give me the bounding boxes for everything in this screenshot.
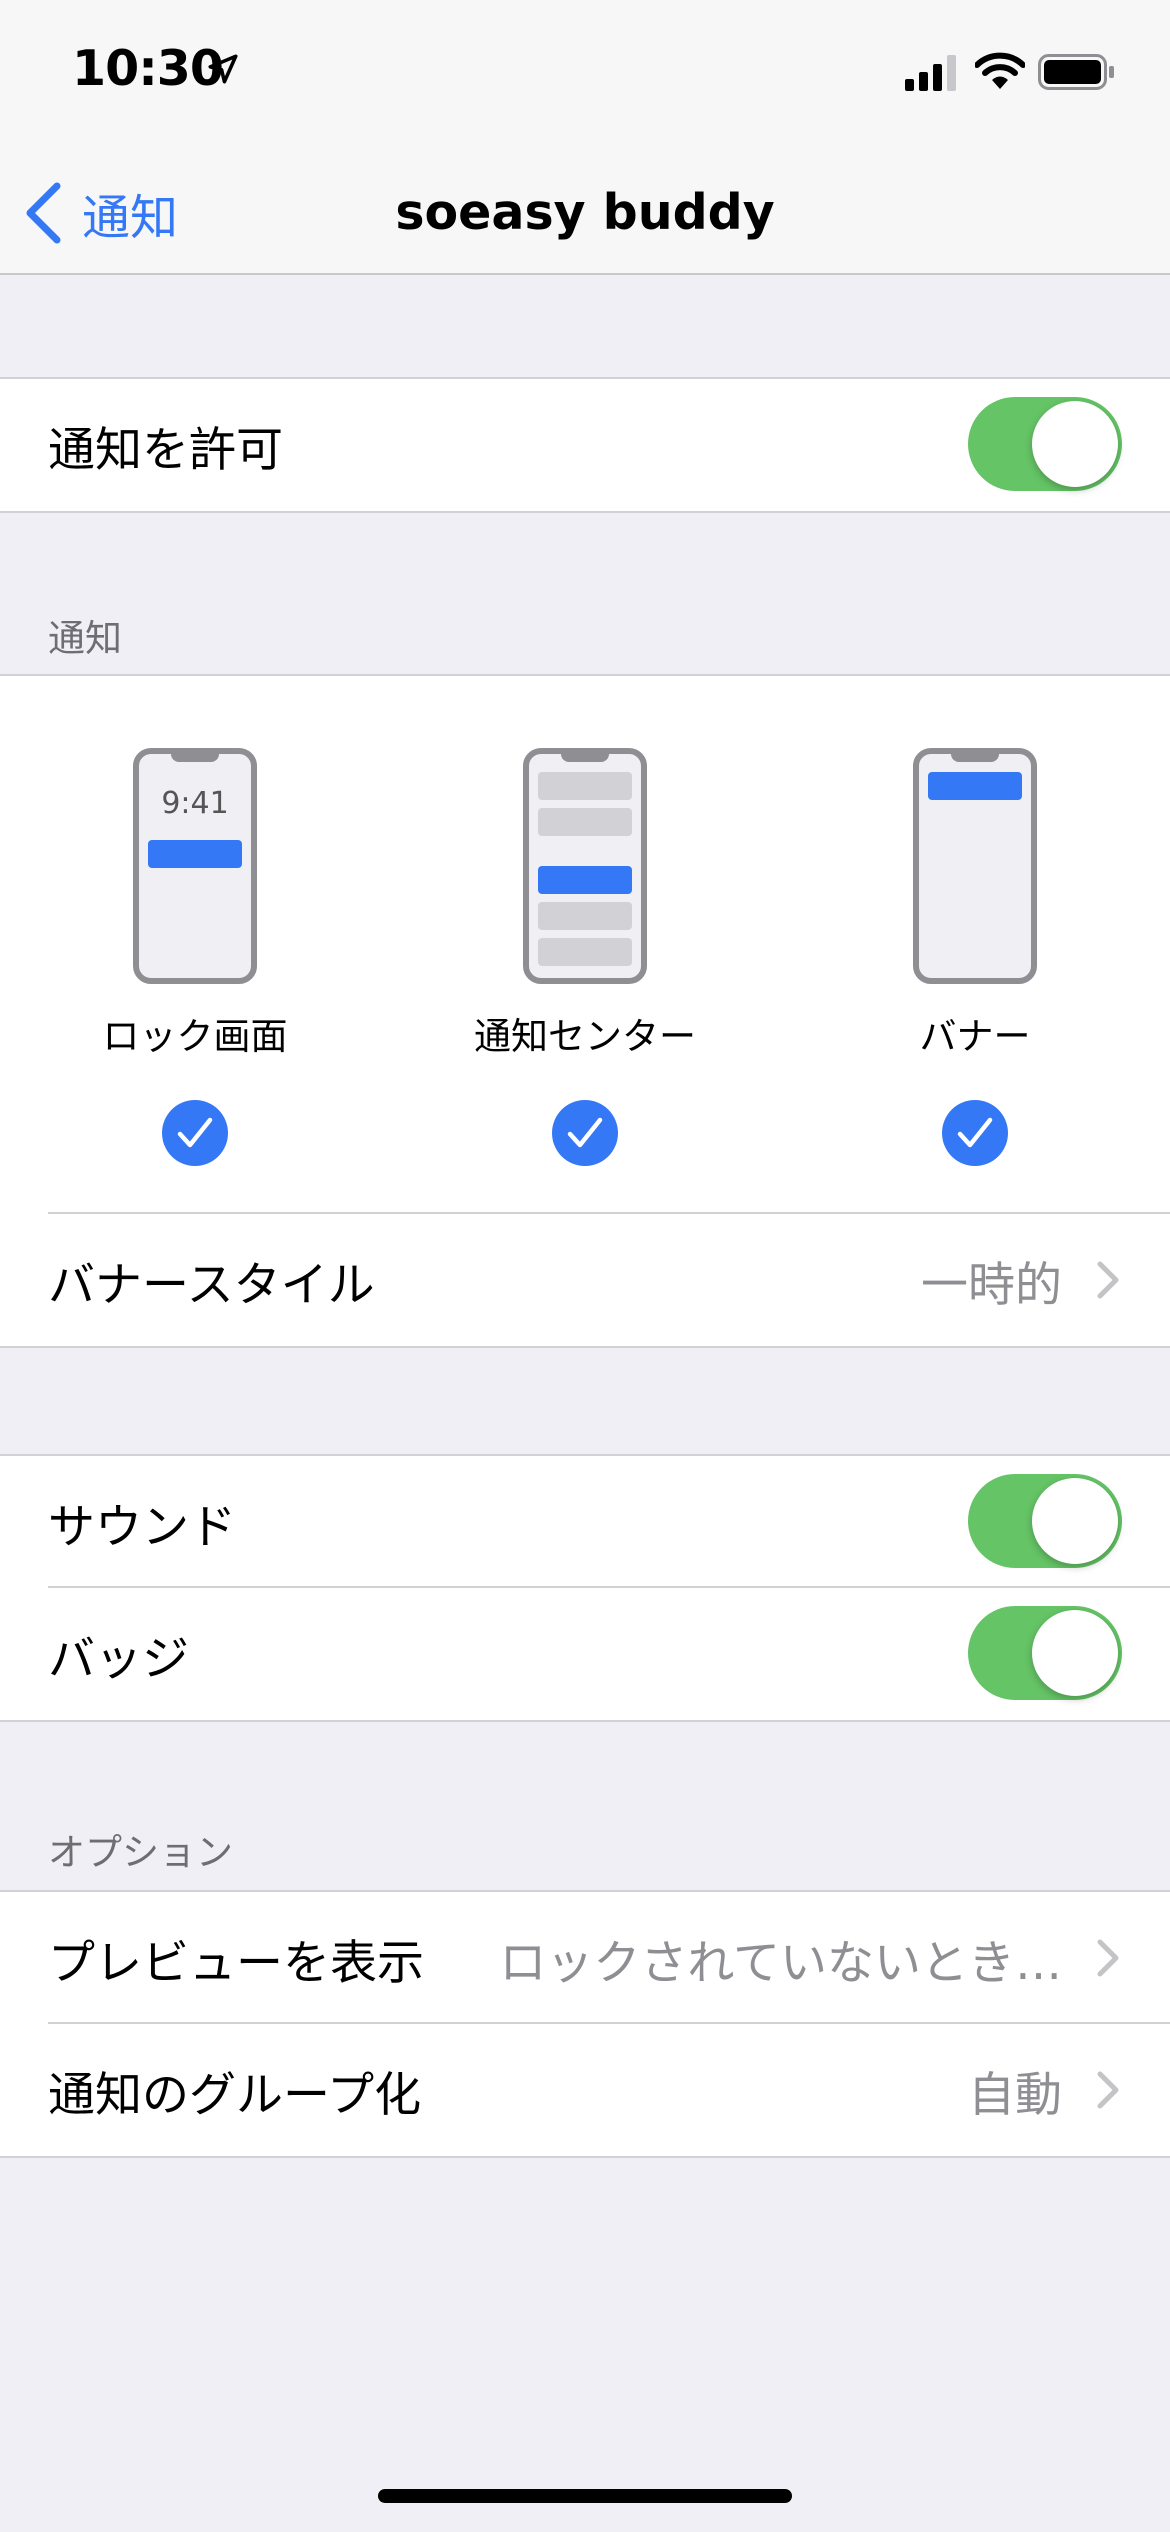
- sound-row: サウンド: [0, 1456, 1170, 1588]
- badge-toggle[interactable]: [968, 1606, 1122, 1700]
- lock-screen-clock: 9:41: [161, 786, 229, 821]
- sound-label: サウンド: [48, 1499, 236, 1555]
- banner-style-label: バナースタイル: [48, 1257, 375, 1313]
- notification-grouping-row[interactable]: 通知のグループ化 自動: [0, 2024, 1170, 2156]
- banner-style-row[interactable]: バナースタイル 一時的: [0, 1214, 1170, 1346]
- navigation-bar: 通知 soeasy buddy: [0, 150, 1170, 275]
- style-lock-screen[interactable]: 9:41 ロック画面: [15, 748, 375, 1166]
- options-group: プレビューを表示 ロックされていないとき… 通知のグループ化 自動: [0, 1890, 1170, 2158]
- style-banner[interactable]: バナー: [795, 748, 1155, 1166]
- checkmark-icon: [567, 1117, 603, 1148]
- notification-grouping-value: 自動: [968, 2067, 1062, 2123]
- page-title: soeasy buddy: [395, 184, 775, 241]
- style-label: ロック画面: [102, 1015, 288, 1058]
- battery-icon: [1038, 54, 1114, 90]
- toggle-knob: [1032, 401, 1118, 487]
- allow-notifications-group: 通知を許可: [0, 377, 1170, 513]
- notification-center-phone-icon: [523, 748, 647, 984]
- lock-screen-phone-icon: 9:41: [133, 748, 257, 984]
- banner-checkmark[interactable]: [942, 1100, 1008, 1166]
- allow-notifications-row: 通知を許可: [0, 379, 1170, 511]
- chevron-right-icon: [1097, 1939, 1119, 1977]
- show-previews-value: ロックされていないとき…: [499, 1935, 1062, 1991]
- style-label: 通知センター: [474, 1015, 696, 1058]
- location-arrow-icon: [208, 54, 238, 84]
- toggle-knob: [1032, 1478, 1118, 1564]
- chevron-right-icon: [1097, 2071, 1119, 2109]
- banner-phone-icon: [913, 748, 1037, 984]
- show-previews-label: プレビューを表示: [48, 1935, 424, 1991]
- checkmark-icon: [177, 1117, 213, 1148]
- show-previews-row[interactable]: プレビューを表示 ロックされていないとき…: [0, 1892, 1170, 2024]
- alerts-section-header: 通知: [48, 617, 122, 660]
- home-indicator[interactable]: [378, 2489, 792, 2503]
- checkmark-icon: [957, 1117, 993, 1148]
- alert-styles: 9:41 ロック画面 通知センター バナー: [0, 676, 1170, 1214]
- allow-notifications-label: 通知を許可: [48, 422, 283, 478]
- lock-screen-checkmark[interactable]: [162, 1100, 228, 1166]
- sound-badge-group: サウンド バッジ: [0, 1454, 1170, 1722]
- sound-toggle[interactable]: [968, 1474, 1122, 1568]
- cellular-signal-icon: [905, 55, 956, 91]
- status-time: 10:30: [72, 40, 224, 97]
- style-label: バナー: [919, 1015, 1031, 1058]
- style-notification-center[interactable]: 通知センター: [405, 748, 765, 1166]
- chevron-right-icon: [1097, 1261, 1119, 1299]
- notification-grouping-label: 通知のグループ化: [48, 2067, 422, 2123]
- allow-notifications-toggle[interactable]: [968, 397, 1122, 491]
- notification-center-checkmark[interactable]: [552, 1100, 618, 1166]
- options-section-header: オプション: [48, 1831, 233, 1874]
- badge-label: バッジ: [48, 1631, 189, 1687]
- status-bar: 10:30: [0, 0, 1170, 150]
- wifi-icon: [975, 52, 1025, 89]
- alerts-group: 9:41 ロック画面 通知センター バナー バナースタイル 一時的: [0, 674, 1170, 1348]
- toggle-knob: [1032, 1610, 1118, 1696]
- badge-row: バッジ: [0, 1588, 1170, 1720]
- banner-style-value: 一時的: [921, 1257, 1062, 1313]
